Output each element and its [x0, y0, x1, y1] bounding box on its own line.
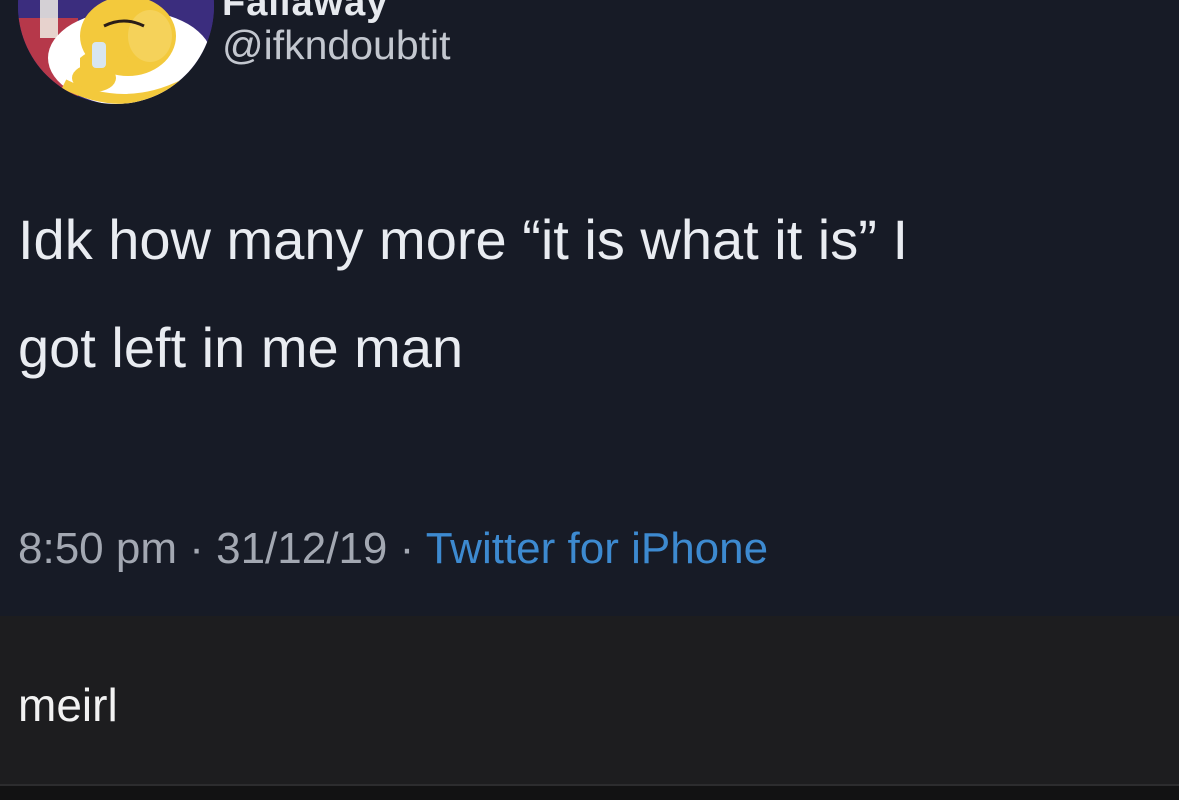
- profile-avatar[interactable]: [18, 0, 214, 104]
- tweet-card: Fallaway @ifkndoubtit Idk how many more …: [0, 0, 1179, 616]
- cartoon-character-avatar-icon: [18, 0, 214, 104]
- tweet-meta: 8:50 pm · 31/12/19 · Twitter for iPhone: [18, 524, 768, 574]
- tweet-date: 31/12/19: [216, 524, 388, 573]
- tweet-source-link[interactable]: Twitter for iPhone: [426, 524, 768, 573]
- user-handle[interactable]: @ifkndoubtit: [222, 22, 451, 69]
- meta-separator: ·: [399, 524, 426, 573]
- post-caption-area: meirl: [0, 616, 1179, 800]
- bottom-divider: [0, 784, 1179, 800]
- tweet-text-line-2: got left in me man: [18, 316, 464, 379]
- tweet-text: Idk how many more “it is what it is” I g…: [18, 186, 1168, 402]
- meta-separator: ·: [189, 524, 217, 573]
- post-caption: meirl: [18, 679, 118, 731]
- tweet-time: 8:50 pm: [18, 524, 177, 573]
- screenshot-page: Fallaway @ifkndoubtit Idk how many more …: [0, 0, 1179, 800]
- tweet-text-line-1: Idk how many more “it is what it is” I: [18, 208, 909, 271]
